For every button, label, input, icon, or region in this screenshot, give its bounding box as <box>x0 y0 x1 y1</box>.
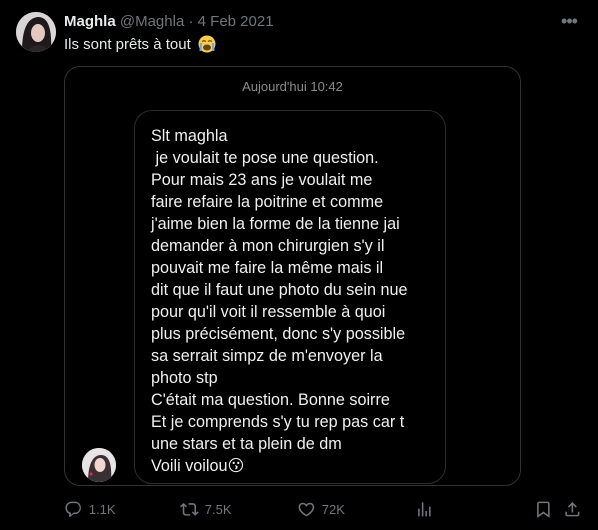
bookmark-button[interactable] <box>534 497 559 521</box>
share-icon <box>565 501 580 517</box>
like-count: 72K <box>321 501 345 517</box>
reply-icon <box>65 501 81 517</box>
media-screenshot[interactable]: Aujourd'hui 10:42 Slt maghla je voulait … <box>64 66 521 486</box>
dm-timestamp: Aujourd'hui 10:42 <box>242 79 343 94</box>
message-line: C'était ma question. Bonne soirre <box>151 391 390 409</box>
message-line: demander à mon chirurgien s'y il <box>151 237 385 255</box>
bookmark-icon <box>537 501 550 518</box>
message-line: j'aime bien la forme de la tienne jai <box>151 215 400 233</box>
tweet-date[interactable]: 4 Feb 2021 <box>198 13 274 30</box>
tweet-text: Ils sont prêts à tout <box>64 36 191 53</box>
header-separator: · <box>188 13 194 30</box>
tweet-header: Maghla @Maghla · 4 Feb 2021 <box>64 13 274 30</box>
reply-button[interactable]: 1.1K <box>64 497 116 521</box>
message-line: je voulait te pose une question. <box>151 149 379 167</box>
retweet-button[interactable]: 7.5K <box>180 497 232 521</box>
share-button[interactable] <box>563 497 588 521</box>
message-line: Slt maghla <box>151 127 228 145</box>
message-line: Voili voilou😗 <box>151 457 245 475</box>
retweet-icon <box>180 502 199 516</box>
reply-count: 1.1K <box>88 501 116 517</box>
message-line: Pour mais 23 ans je voulait me <box>151 171 373 189</box>
message-line: pouvait me faire la même mais il <box>151 259 384 277</box>
message-line: faire refaire la poitrine et comme <box>151 193 384 211</box>
views-icon <box>418 501 431 517</box>
author-avatar[interactable] <box>16 12 56 52</box>
more-options-icon[interactable]: ••• <box>558 10 580 32</box>
dm-message-bubble: Slt maghla je voulait te pose une questi… <box>134 110 446 484</box>
message-line: pour qu'il voit il ressemble à quoi <box>151 303 386 321</box>
message-line: dit que il faut une photo du sein nue <box>151 281 408 299</box>
heart-icon <box>298 502 315 517</box>
message-line: Et je comprends s'y tu rep pas car t <box>151 413 405 431</box>
message-line: plus précisément, donc s'y possible <box>151 325 406 343</box>
message-line: photo stp <box>151 369 218 387</box>
loudly-crying-face-icon <box>198 35 216 57</box>
tweet-text-row: Ils sont prêts à tout <box>64 35 216 57</box>
message-line: sa serrait simpz de m'envoyer la <box>151 347 383 365</box>
message-line: une stars et ta plein de dm <box>151 435 342 453</box>
author-name[interactable]: Maghla <box>64 13 116 30</box>
author-handle[interactable]: @Maghla <box>120 13 184 30</box>
like-button[interactable]: 72K <box>297 497 345 521</box>
dm-sender-avatar <box>82 448 116 482</box>
retweet-count: 7.5K <box>204 501 232 517</box>
tweet-actions: 1.1K 7.5K 72K <box>64 497 582 521</box>
views-button[interactable] <box>415 497 440 521</box>
